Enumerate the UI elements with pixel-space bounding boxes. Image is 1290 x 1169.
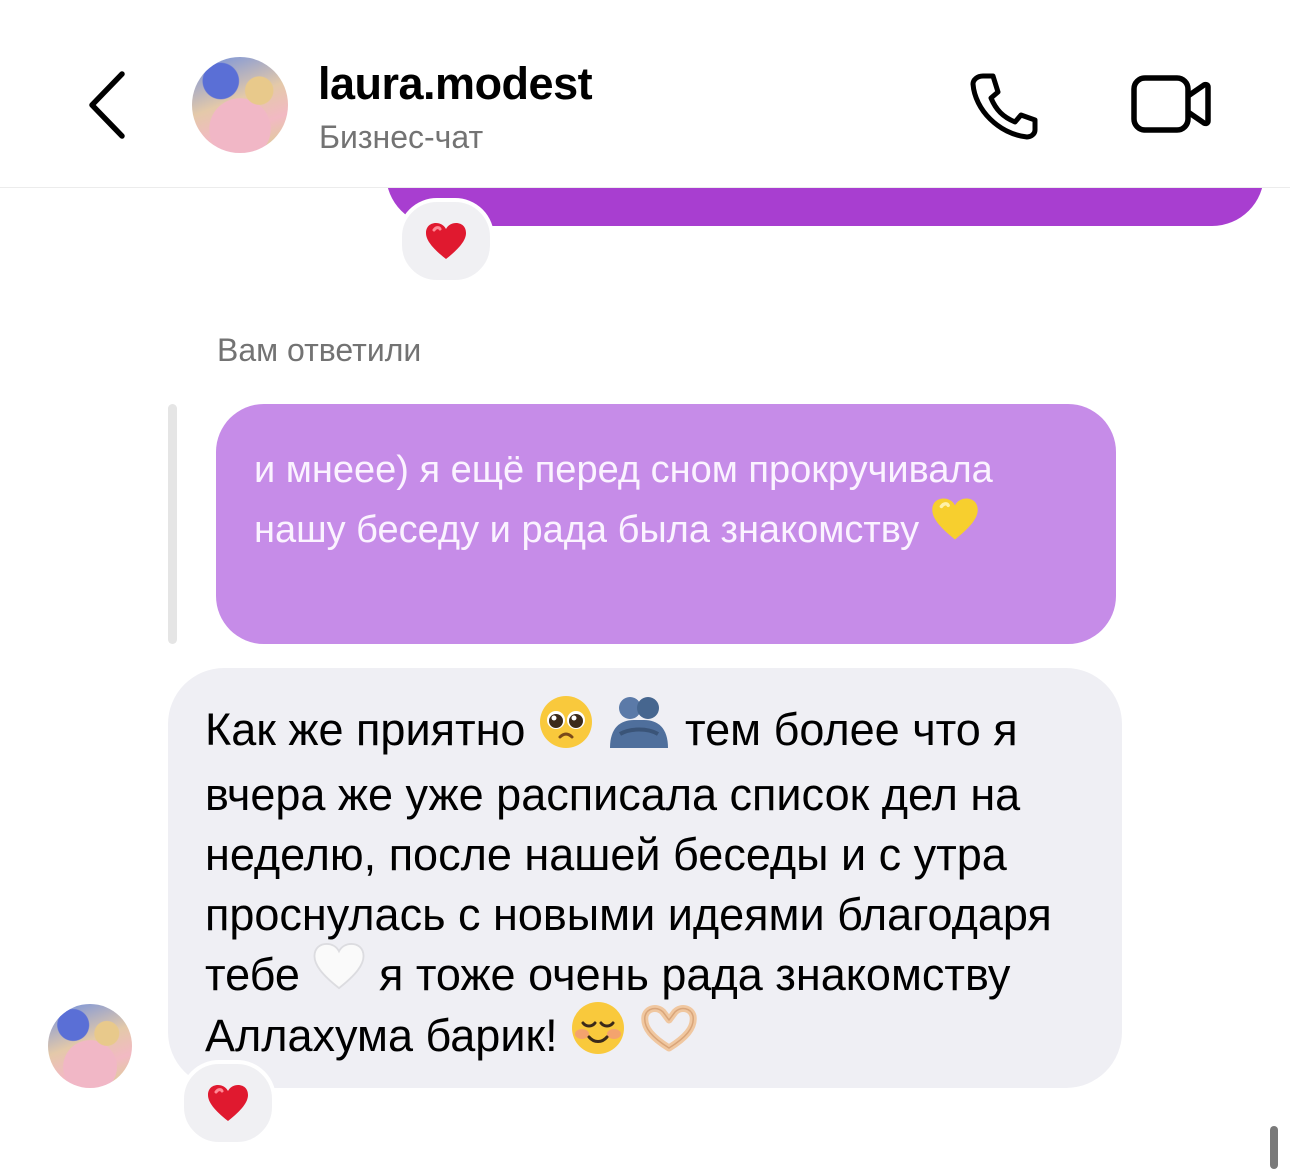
scrollbar-thumb[interactable] [1270,1126,1278,1169]
video-call-button[interactable] [1130,72,1212,136]
people-hugging-emoji [606,694,672,765]
chat-screen: laura.modest Бизнес-чат Вам ответили и м… [0,0,1290,1169]
heart-hands-emoji [639,1004,699,1067]
smiling-face-emoji [570,1000,626,1071]
heart-icon [208,1085,248,1121]
contact-avatar[interactable] [192,57,288,153]
reply-label: Вам ответили [217,332,422,368]
yellow-heart-emoji [930,496,980,560]
sender-avatar[interactable] [48,1004,132,1088]
quoted-message-text: и мнеее) я ещё перед сном прокручивала н… [254,449,993,551]
incoming-message-bubble[interactable]: Как же приятно тем более что я вчера же [168,668,1122,1088]
chat-header: laura.modest Бизнес-чат [0,0,1290,188]
reply-indicator-bar [168,404,177,644]
heart-reaction-previous[interactable] [398,198,494,284]
phone-icon [970,73,1038,140]
heart-icon [426,223,466,259]
message-text-part-1: Как же приятно [205,704,526,755]
call-button[interactable] [965,70,1041,140]
white-heart-emoji [312,941,366,1006]
pleading-face-emoji [538,694,594,765]
heart-reaction-incoming[interactable] [180,1060,276,1146]
contact-subtitle: Бизнес-чат [319,119,484,155]
chevron-left-icon [89,71,125,139]
contact-name[interactable]: laura.modest [318,58,593,110]
back-button[interactable] [78,66,138,144]
quoted-message-bubble[interactable]: и мнеее) я ещё перед сном прокручивала н… [216,404,1116,644]
video-camera-icon [1131,75,1211,133]
